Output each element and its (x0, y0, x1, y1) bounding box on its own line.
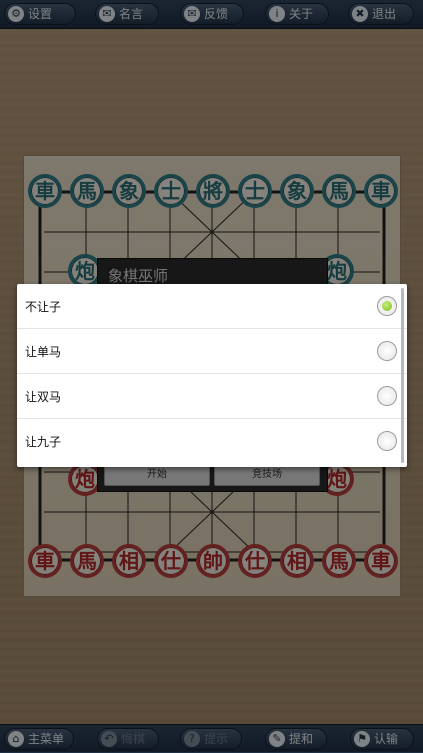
handicap-option-one-horse[interactable]: 让单马 (17, 329, 407, 374)
list-scrollbar[interactable] (401, 288, 404, 463)
option-label: 让单马 (25, 345, 62, 359)
option-label: 让九子 (25, 435, 62, 449)
handicap-option-none[interactable]: 不让子 (17, 284, 407, 329)
handicap-option-nine-pieces[interactable]: 让九子 (17, 419, 407, 467)
radio-selected-icon[interactable] (377, 296, 397, 316)
radio-unselected-icon[interactable] (377, 341, 397, 361)
radio-unselected-icon[interactable] (377, 431, 397, 451)
handicap-option-two-horses[interactable]: 让双马 (17, 374, 407, 419)
option-label: 不让子 (25, 300, 62, 314)
radio-unselected-icon[interactable] (377, 386, 397, 406)
handicap-options-list: 不让子 让单马 让双马 让九子 (17, 284, 407, 467)
option-label: 让双马 (25, 390, 62, 404)
